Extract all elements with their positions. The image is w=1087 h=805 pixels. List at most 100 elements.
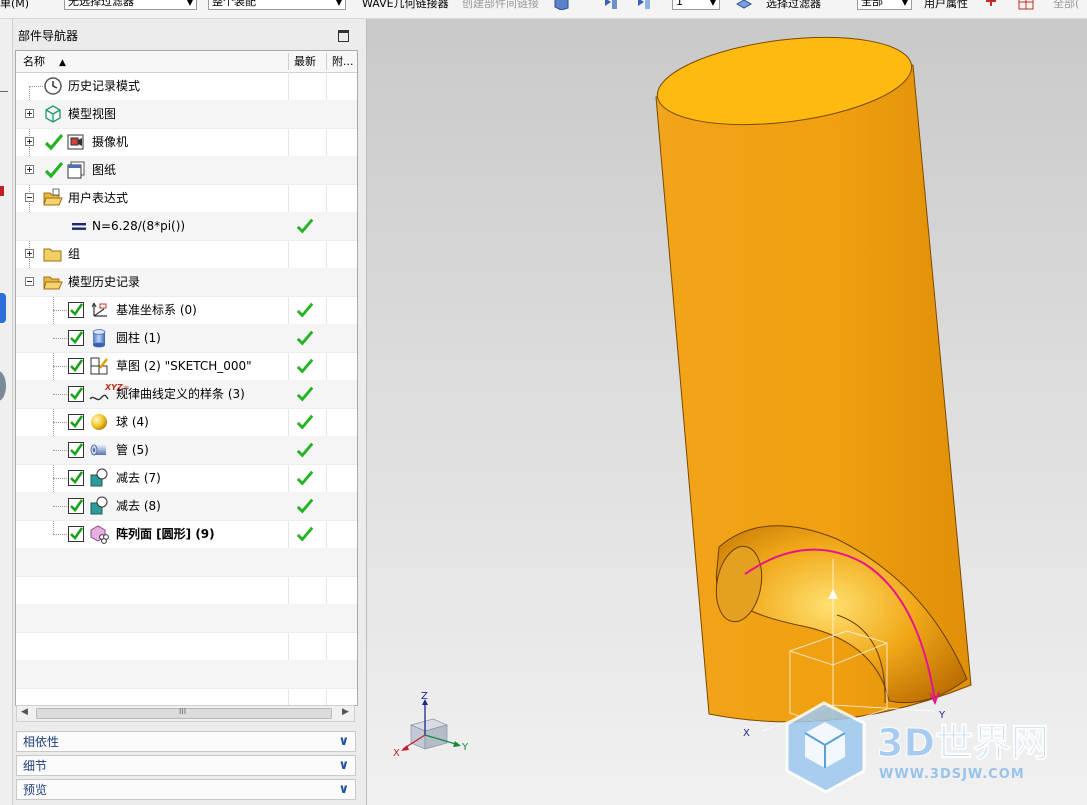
snap-point-icon[interactable] xyxy=(983,0,999,10)
feature-checkbox[interactable] xyxy=(68,358,84,374)
folder-icon xyxy=(43,248,62,262)
expand-icon[interactable] xyxy=(25,165,34,174)
part-cube-icon[interactable] xyxy=(553,0,569,10)
feature-checkbox[interactable] xyxy=(68,330,84,346)
tree-row-expression[interactable]: N=6.28/(8*pi()) xyxy=(16,212,357,241)
filter-all-dropdown[interactable]: 全部 ▼ xyxy=(857,0,912,10)
tree-row-label: 模型视图 xyxy=(68,107,117,121)
tree-row-feature[interactable]: 减去 (8) xyxy=(16,492,357,521)
empty-row xyxy=(16,660,357,689)
latest-check-icon xyxy=(296,302,314,318)
chevron-down-icon: ▼ xyxy=(335,0,342,7)
watermark-url: WWW.3DSJW.COM xyxy=(879,767,1025,782)
pattern-face-icon xyxy=(90,525,109,544)
tree-row-feature[interactable]: 基准坐标系 (0) xyxy=(16,296,357,325)
column-separator xyxy=(288,53,289,70)
tree-row-label: 减去 (7) xyxy=(116,471,161,485)
type-filter-dropdown[interactable]: 无选择过滤器 ▼ xyxy=(64,0,197,10)
tree-connector xyxy=(29,86,43,87)
selection-filter-label[interactable]: 选择过滤器 xyxy=(766,0,821,13)
tree-row-cameras[interactable]: 摄像机 xyxy=(16,128,357,157)
scroll-left-icon[interactable]: ◀ xyxy=(21,707,28,717)
tree-connector xyxy=(53,506,67,507)
status-check-icon xyxy=(44,161,64,179)
chevron-down-icon: ▼ xyxy=(901,0,908,7)
collapse-icon[interactable] xyxy=(25,277,34,286)
filter-all-value: 全部 xyxy=(861,0,883,8)
tree-connector xyxy=(53,338,67,339)
tree-connector xyxy=(53,394,67,395)
interpart-link-button[interactable]: 创建部件间链接 xyxy=(462,0,539,13)
model-y-axis-label: Y xyxy=(938,710,946,721)
maximize-icon[interactable] xyxy=(338,30,349,42)
tree-row-model-history[interactable]: 模型历史记录 xyxy=(16,268,357,297)
tree-row-feature[interactable]: 球 (4) xyxy=(16,408,357,437)
tree-row-label: 历史记录模式 xyxy=(68,79,141,93)
empty-row xyxy=(16,632,357,661)
model-x-axis-label: X xyxy=(743,728,750,739)
reference-set-icon[interactable] xyxy=(636,0,652,10)
watermark-logo xyxy=(785,701,866,794)
watermark-title: 3D世界网 xyxy=(877,721,1049,765)
chevron-down-icon: ∨ xyxy=(338,734,349,749)
expand-icon[interactable] xyxy=(25,249,34,258)
tree-row-feature[interactable]: 草图 (2) "SKETCH_000" xyxy=(16,352,357,381)
tree-row-feature[interactable]: XYZ= 规律曲线定义的样条 (3) xyxy=(16,380,357,409)
tree-row-label: N=6.28/(8*pi()) xyxy=(92,219,186,233)
feature-checkbox[interactable] xyxy=(68,414,84,430)
camera-icon xyxy=(67,134,84,150)
expand-icon[interactable] xyxy=(25,137,34,146)
status-check-icon xyxy=(44,133,64,151)
section-title: 细节 xyxy=(23,759,48,773)
crosshair-icon[interactable] xyxy=(1018,0,1034,10)
feature-checkbox[interactable] xyxy=(68,442,84,458)
resource-bar-divider xyxy=(0,91,8,92)
wave-linker-button[interactable]: WAVE几何链接器 xyxy=(362,0,449,13)
tree-row-user-expressions[interactable]: 用户表达式 xyxy=(16,184,357,213)
scope-dropdown[interactable]: 整个装配 ▼ xyxy=(208,0,346,10)
collapse-icon[interactable] xyxy=(25,193,34,202)
latest-check-icon xyxy=(296,330,314,346)
user-attributes-button[interactable]: 用户属性 xyxy=(924,0,968,13)
section-title: 相依性 xyxy=(23,735,60,749)
tree-row-feature[interactable]: 圆柱 (1) xyxy=(16,324,357,353)
column-header-name[interactable]: 名称 ▲ xyxy=(23,51,66,72)
tree-row-label: 基准坐标系 (0) xyxy=(116,303,197,317)
model-view-cube-icon xyxy=(45,105,61,123)
history-tab-icon[interactable] xyxy=(0,371,6,401)
resource-bar-marker-icon[interactable] xyxy=(0,186,4,196)
section-details[interactable]: 细节 ∨ xyxy=(16,755,356,776)
tree-row-groups[interactable]: 组 xyxy=(16,240,357,269)
layer-dropdown[interactable]: 1 ▼ xyxy=(672,0,720,10)
column-header-latest[interactable]: 最新 xyxy=(294,51,316,72)
column-header-attach[interactable]: 附... xyxy=(332,51,354,72)
section-dependencies[interactable]: 相依性 ∨ xyxy=(16,731,356,752)
sphere-icon xyxy=(91,414,107,430)
top-toolbar: 单(M) 无选择过滤器 ▼ 整个装配 ▼ WAVE几何链接器 创建部件间链接 1 ▼ … xyxy=(0,0,1087,19)
scroll-right-icon[interactable]: ▶ xyxy=(342,707,349,717)
feature-checkbox[interactable] xyxy=(68,470,84,486)
feature-checkbox[interactable] xyxy=(68,302,84,318)
tree-row-history-mode[interactable]: 历史记录模式 xyxy=(16,72,357,101)
expand-icon[interactable] xyxy=(25,109,34,118)
layer-settings-icon[interactable] xyxy=(736,0,752,10)
tree-row-feature-current[interactable]: 阵列面 [圆形] (9) xyxy=(16,520,357,549)
view-triad[interactable]: Z Y X xyxy=(393,691,469,759)
section-preview[interactable]: 预览 ∨ xyxy=(16,779,356,800)
tree-row-model-views[interactable]: 模型视图 xyxy=(16,100,357,129)
menu-fragment[interactable]: 单(M) xyxy=(0,0,29,13)
assembly-arrow-icon[interactable] xyxy=(603,0,619,10)
tree-row-drawings[interactable]: 图纸 xyxy=(16,156,357,185)
tree-connector xyxy=(53,534,67,535)
graphics-viewport[interactable]: Y X Z Y X 3D世界网 WWW.3DSJW.COM xyxy=(367,19,1087,805)
feature-checkbox[interactable] xyxy=(68,386,84,402)
scroll-grip-icon: III xyxy=(179,707,187,716)
feature-checkbox[interactable] xyxy=(68,526,84,542)
part-navigator-tab[interactable] xyxy=(0,293,6,323)
tree-row-label: 管 (5) xyxy=(116,443,149,457)
model-graphics: Y X Z Y X 3D世界网 WWW.3DSJW.COM xyxy=(393,36,1049,794)
tree-row-feature[interactable]: 管 (5) xyxy=(16,436,357,465)
feature-checkbox[interactable] xyxy=(68,498,84,514)
tree-row-label: 减去 (8) xyxy=(116,499,161,513)
tree-row-feature[interactable]: 减去 (7) xyxy=(16,464,357,493)
